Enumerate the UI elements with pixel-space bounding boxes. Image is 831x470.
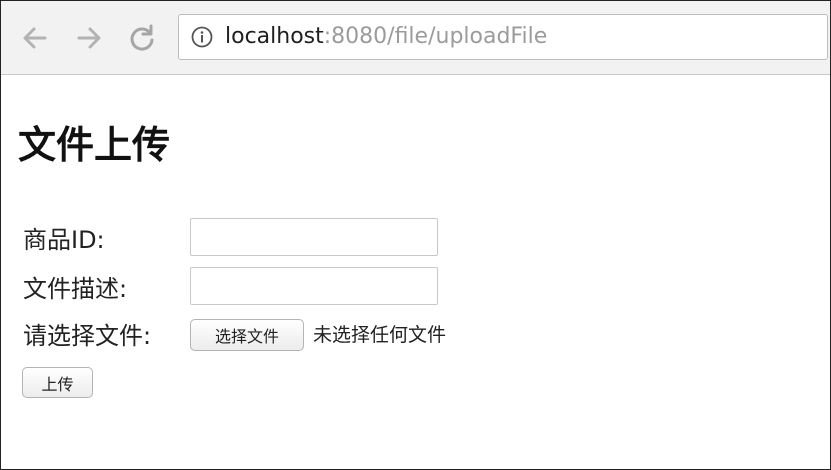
info-icon[interactable] (191, 26, 213, 48)
upload-button[interactable]: 上传 (22, 367, 93, 398)
back-button[interactable] (18, 21, 52, 55)
browser-window: localhost:8080/file/uploadFile 文件上传 商品ID… (0, 0, 831, 470)
arrow-left-icon (23, 27, 47, 49)
page-title: 文件上传 (18, 123, 171, 167)
no-file-status: 未选择任何文件 (313, 324, 447, 346)
address-bar[interactable]: localhost:8080/file/uploadFile (178, 14, 828, 60)
description-label: 文件描述: (23, 275, 128, 303)
url-path: :8080/file/uploadFile (323, 24, 548, 49)
reload-icon (130, 24, 154, 51)
reload-button[interactable] (125, 21, 159, 55)
page-content: 文件上传 商品ID: 文件描述: 请选择文件: 选择文件 未选择任何文件 上传 (1, 75, 830, 469)
url-text[interactable]: localhost:8080/file/uploadFile (225, 24, 547, 50)
browser-toolbar: localhost:8080/file/uploadFile (1, 1, 830, 75)
product-id-input[interactable] (190, 218, 438, 256)
url-host: localhost (225, 24, 324, 49)
description-input[interactable] (190, 267, 438, 305)
file-label: 请选择文件: (23, 322, 152, 350)
arrow-right-icon (77, 27, 101, 49)
product-id-label: 商品ID: (23, 226, 105, 254)
forward-button[interactable] (72, 21, 106, 55)
choose-file-button[interactable]: 选择文件 (190, 319, 304, 351)
